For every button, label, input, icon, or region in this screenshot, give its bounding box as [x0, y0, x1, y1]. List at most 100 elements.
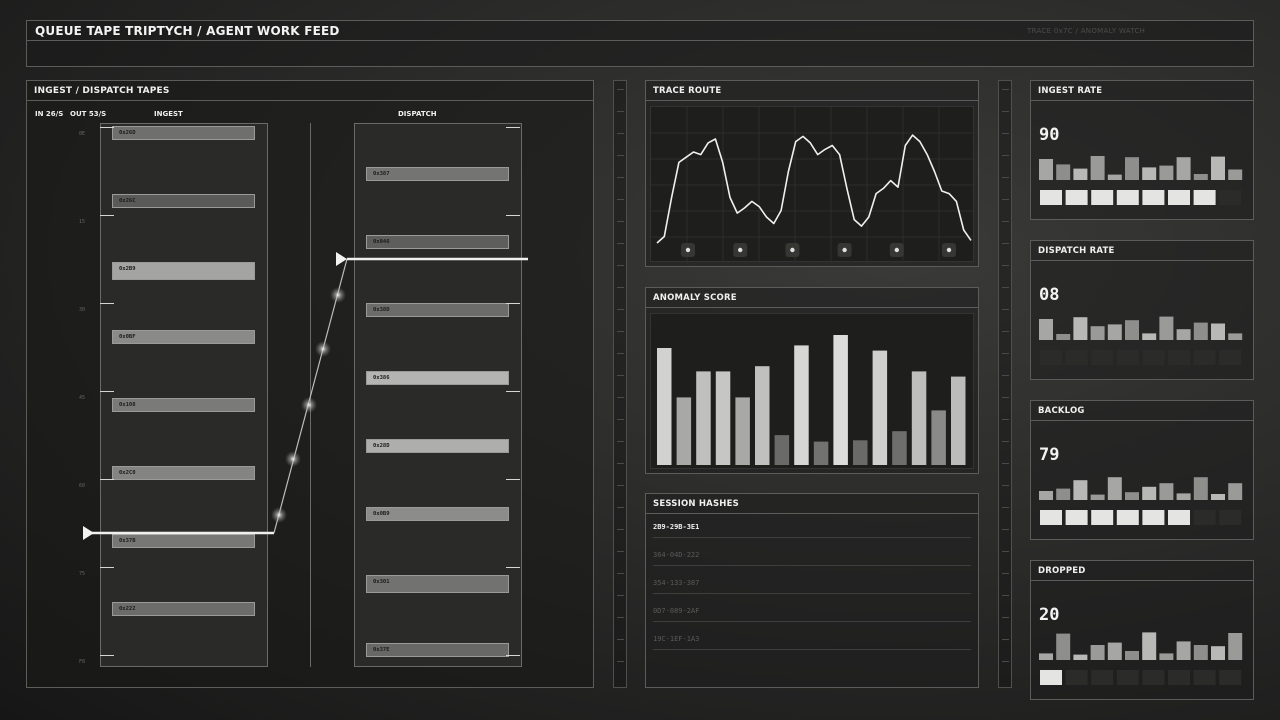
- session-hash-row[interactable]: 2B9-29B-3E1: [653, 516, 971, 538]
- rail-tick: [617, 551, 624, 552]
- metric-pip-off: [1091, 670, 1114, 685]
- anomaly-bar: [715, 371, 731, 465]
- scale-tick: [100, 303, 114, 304]
- rail-tick: [617, 661, 624, 662]
- scale-tick: [506, 127, 520, 128]
- metric-sparkbars: [1039, 316, 1243, 365]
- metric-pip-off: [1219, 670, 1242, 685]
- rail-tick: [617, 199, 624, 200]
- metric-sparkbars: [1039, 632, 1243, 685]
- rail-tick: [617, 265, 624, 266]
- scale-tick: [506, 479, 520, 480]
- transfer-node: [285, 451, 301, 467]
- metric-pip-off: [1040, 350, 1062, 365]
- metric-title: BACKLOG: [1031, 401, 1253, 421]
- metric-sparkbar: [1107, 324, 1122, 340]
- rail-tick: [617, 529, 624, 530]
- metric-sparkbar: [1228, 169, 1243, 180]
- metric-sparkbar: [1056, 164, 1071, 180]
- rail-tick: [1002, 133, 1009, 134]
- transfer-nodes: [271, 287, 346, 523]
- rail-tick: [1002, 419, 1009, 420]
- session-hash-row[interactable]: 19C-1EF-1A3: [653, 628, 971, 650]
- metric-sparkbar: [1125, 320, 1139, 340]
- scale-tick: [506, 215, 520, 216]
- rail-tick: [617, 353, 624, 354]
- metric-sparkbar: [1176, 157, 1191, 180]
- metric-pip-on: [1116, 190, 1139, 205]
- metric-sparkbar: [1211, 646, 1225, 660]
- trace-route-title: TRACE ROUTE: [646, 81, 978, 101]
- rail-tick: [1002, 661, 1009, 662]
- metric-pip-off: [1219, 510, 1242, 525]
- scale-tick: [100, 127, 114, 128]
- rail-tick: [1002, 485, 1009, 486]
- metric-card-dispatch-rate: DISPATCH RATE 08: [1030, 240, 1254, 380]
- rail-tick: [617, 331, 624, 332]
- rail-tick: [617, 221, 624, 222]
- rail-tick: [617, 617, 624, 618]
- ingest-cursor-arrow: [83, 526, 94, 540]
- metric-pip-on: [1091, 190, 1114, 205]
- metric-sparkbar: [1125, 157, 1139, 180]
- metric-sparkbar: [1107, 642, 1122, 660]
- metric-sparkbar: [1056, 488, 1071, 500]
- metric-title: DROPPED: [1031, 561, 1253, 581]
- metric-sparkbar: [1107, 477, 1122, 500]
- metric-pip-off: [1065, 350, 1088, 365]
- rail-tick: [617, 595, 624, 596]
- scroll-rail-right[interactable]: [998, 80, 1012, 688]
- rail-tick: [617, 111, 624, 112]
- anomaly-bar: [813, 441, 829, 465]
- transfer-node: [315, 341, 331, 357]
- metric-sparkbar: [1039, 319, 1053, 340]
- metric-sparkbar: [1142, 486, 1157, 500]
- metric-sparkbar: [1193, 477, 1208, 500]
- trace-node: [685, 247, 691, 253]
- rail-tick: [1002, 111, 1009, 112]
- rail-tick: [617, 177, 624, 178]
- scale-tick: [100, 567, 114, 568]
- rail-tick: [1002, 617, 1009, 618]
- rail-tick: [1002, 287, 1009, 288]
- metric-pip-on: [1193, 190, 1216, 205]
- metric-sparkbar: [1193, 322, 1208, 340]
- rail-tick: [617, 155, 624, 156]
- transfer-node: [271, 507, 287, 523]
- toolbar-strip: [26, 40, 1254, 67]
- metric-title: INGEST RATE: [1031, 81, 1253, 101]
- anomaly-bar: [911, 371, 927, 465]
- metric-pip-off: [1219, 350, 1242, 365]
- trace-node: [842, 247, 847, 253]
- metric-sparkbars: [1039, 477, 1243, 525]
- rail-tick: [1002, 331, 1009, 332]
- rail-tick: [617, 287, 624, 288]
- metric-pip-off: [1168, 350, 1190, 365]
- session-hash-row[interactable]: 0D7-089-2AF: [653, 600, 971, 622]
- metric-pip-on: [1168, 510, 1190, 525]
- rail-tick: [617, 133, 624, 134]
- rail-tick: [1002, 89, 1009, 90]
- metric-pip-off: [1116, 670, 1139, 685]
- scroll-rail-left[interactable]: [613, 80, 627, 688]
- rail-tick: [1002, 595, 1009, 596]
- metric-sparkbar: [1073, 480, 1088, 500]
- metric-sparkbar: [1159, 653, 1174, 660]
- scale-tick: [100, 391, 114, 392]
- anomaly-bar: [853, 440, 868, 465]
- anomaly-score-plot: [650, 313, 974, 469]
- session-hash-row[interactable]: 364-04D-222: [653, 544, 971, 566]
- session-hash-row[interactable]: 354-133-387: [653, 572, 971, 594]
- trace-route-plot: [650, 106, 975, 263]
- anomaly-bar: [794, 345, 809, 465]
- metric-sparkbar: [1159, 483, 1174, 500]
- session-hashes-title: SESSION HASHES: [646, 494, 978, 514]
- rail-tick: [1002, 155, 1009, 156]
- anomaly-bar: [657, 348, 672, 465]
- metric-sparkbars: [1039, 156, 1243, 205]
- rail-tick: [1002, 177, 1009, 178]
- scale-tick: [100, 479, 114, 480]
- metric-sparkbar: [1228, 333, 1243, 340]
- metric-pip-off: [1193, 350, 1216, 365]
- metric-sparkbar: [1176, 329, 1191, 340]
